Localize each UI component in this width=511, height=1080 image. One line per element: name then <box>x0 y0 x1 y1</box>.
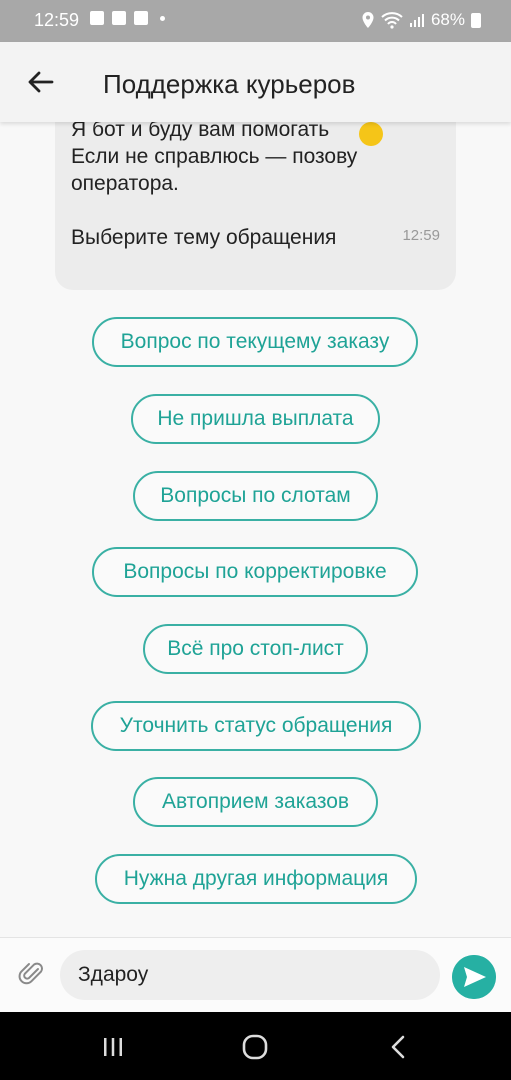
system-nav-bar <box>0 1012 511 1080</box>
smile-emoji-icon <box>359 122 383 146</box>
message-notification-icon <box>112 11 126 25</box>
page-title: Поддержка курьеров <box>103 69 356 99</box>
nav-back-icon[interactable] <box>384 1032 414 1062</box>
app-notification-icon <box>134 11 148 25</box>
home-icon[interactable] <box>240 1032 270 1062</box>
message-time: 12:59 <box>402 227 440 244</box>
more-notifications-icon <box>160 15 165 21</box>
quick-reply-ticket-status[interactable]: Уточнить статус обращения <box>91 701 421 751</box>
quick-reply-other-info[interactable]: Нужна другая информация <box>95 854 417 904</box>
battery-icon <box>471 12 481 28</box>
gallery-notification-icon <box>90 11 104 25</box>
bot-message-text: Я бот и буду вам помогать Если не справл… <box>71 122 358 249</box>
quick-reply-payout[interactable]: Не пришла выплата <box>131 394 380 444</box>
status-bar: 12:59 68% <box>0 0 511 42</box>
message-composer <box>0 937 511 1012</box>
quick-reply-correction[interactable]: Вопросы по корректировке <box>92 547 418 597</box>
quick-reply-auto-accept[interactable]: Автоприем заказов <box>133 777 378 827</box>
recents-icon[interactable] <box>98 1032 128 1062</box>
battery-percent: 68% <box>430 10 465 29</box>
paperclip-icon[interactable] <box>18 960 46 988</box>
quick-reply-stop-list[interactable]: Всё про стоп-лист <box>143 624 368 674</box>
quick-reply-current-order[interactable]: Вопрос по текущему заказу <box>92 317 418 367</box>
back-arrow-icon[interactable] <box>22 64 58 100</box>
status-time: 12:59 <box>34 10 80 30</box>
location-icon <box>362 12 374 28</box>
message-input[interactable] <box>60 950 440 1000</box>
status-right: 68% <box>361 10 481 30</box>
chat-area[interactable]: Я бот и буду вам помогать Если не справл… <box>0 122 511 937</box>
bot-message-bubble: Я бот и буду вам помогать Если не справл… <box>55 122 456 290</box>
app-bar: Поддержка курьеров <box>0 42 511 122</box>
signal-icon <box>409 14 424 27</box>
notification-icons <box>90 11 165 25</box>
quick-reply-slots[interactable]: Вопросы по слотам <box>133 471 378 521</box>
send-icon[interactable] <box>452 955 496 999</box>
wifi-icon <box>381 12 403 29</box>
